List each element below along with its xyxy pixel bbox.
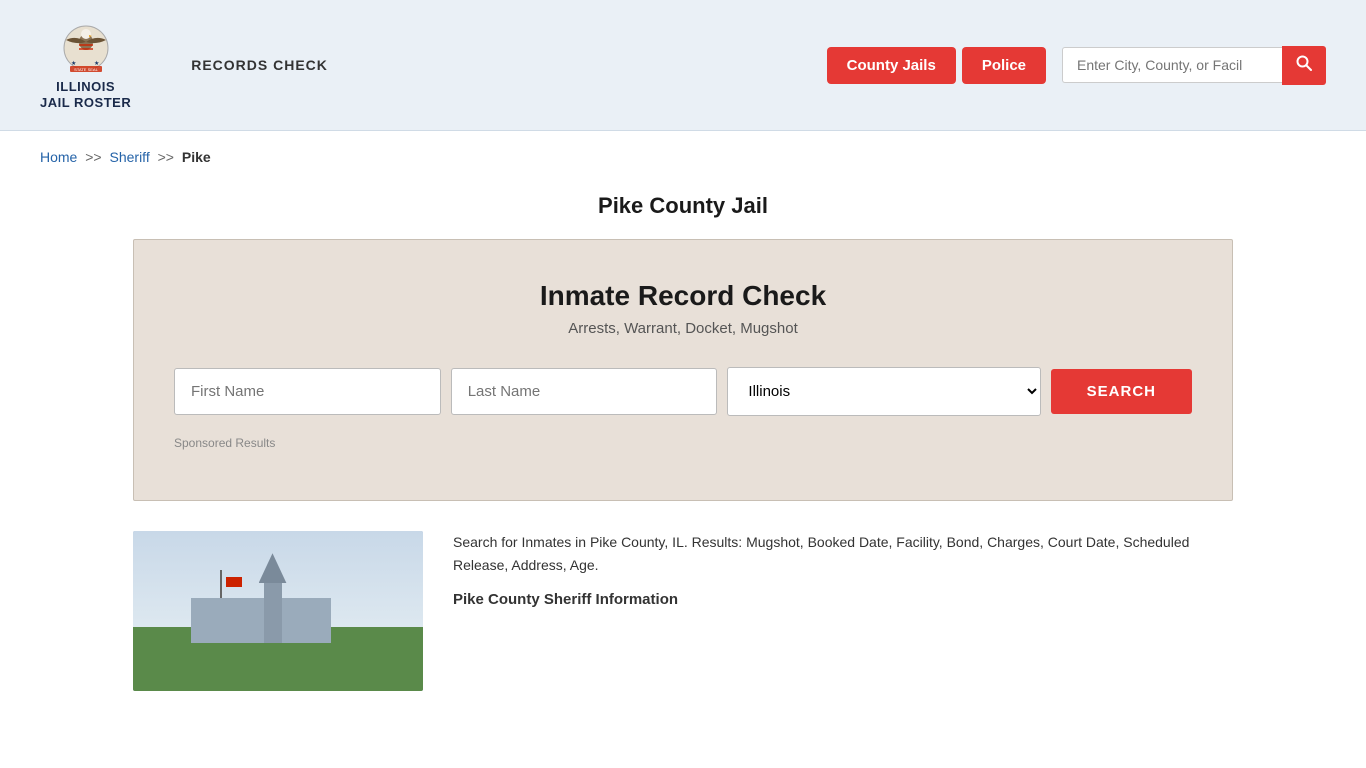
inmate-search-button[interactable]: SEARCH [1051, 369, 1192, 414]
police-button[interactable]: Police [962, 47, 1046, 84]
illinois-seal-icon: ★ ★ STATE SEAL [56, 20, 116, 75]
breadcrumb-sheriff[interactable]: Sheriff [110, 149, 150, 165]
last-name-input[interactable] [451, 368, 718, 415]
state-select[interactable]: Illinois Alabama Alaska Arizona Arkansas… [727, 367, 1040, 416]
record-check-heading: Inmate Record Check [174, 280, 1192, 312]
county-jails-button[interactable]: County Jails [827, 47, 956, 84]
sheriff-info-title: Pike County Sheriff Information [453, 588, 1233, 612]
breadcrumb: Home >> Sheriff >> Pike [0, 131, 1366, 183]
record-check-subtitle: Arrests, Warrant, Docket, Mugshot [174, 320, 1192, 337]
first-name-input[interactable] [174, 368, 441, 415]
logo-text: ILLINOIS JAIL ROSTER [40, 79, 131, 110]
flag-pole [220, 570, 222, 598]
courthouse-building [191, 598, 331, 643]
svg-text:★: ★ [71, 60, 76, 67]
record-check-box: Inmate Record Check Arrests, Warrant, Do… [133, 239, 1233, 501]
courthouse-tower [264, 583, 282, 643]
sponsored-results-label: Sponsored Results [174, 436, 1192, 450]
svg-text:STATE SEAL: STATE SEAL [74, 67, 98, 72]
breadcrumb-current: Pike [182, 149, 211, 165]
breadcrumb-sep2: >> [158, 149, 174, 165]
svg-text:★: ★ [94, 60, 99, 67]
bottom-section: Search for Inmates in Pike County, IL. R… [133, 531, 1233, 731]
page-title: Pike County Jail [0, 193, 1366, 219]
bottom-description-area: Search for Inmates in Pike County, IL. R… [453, 531, 1233, 691]
header-right: County Jails Police [827, 46, 1326, 85]
search-icon [1296, 55, 1312, 71]
courthouse-image [133, 531, 423, 691]
inmate-search-form: Illinois Alabama Alaska Arizona Arkansas… [174, 367, 1192, 416]
bottom-description: Search for Inmates in Pike County, IL. R… [453, 531, 1233, 576]
breadcrumb-sep1: >> [85, 149, 101, 165]
breadcrumb-home[interactable]: Home [40, 149, 77, 165]
header-search [1062, 46, 1326, 85]
records-check-link[interactable]: RECORDS CHECK [191, 57, 328, 73]
flag [226, 577, 242, 587]
header-search-input[interactable] [1062, 47, 1282, 83]
header-search-button[interactable] [1282, 46, 1326, 85]
site-header: ★ ★ STATE SEAL ILLINOIS JAIL ROSTER RECO… [0, 0, 1366, 131]
site-logo[interactable]: ★ ★ STATE SEAL ILLINOIS JAIL ROSTER [40, 20, 131, 110]
